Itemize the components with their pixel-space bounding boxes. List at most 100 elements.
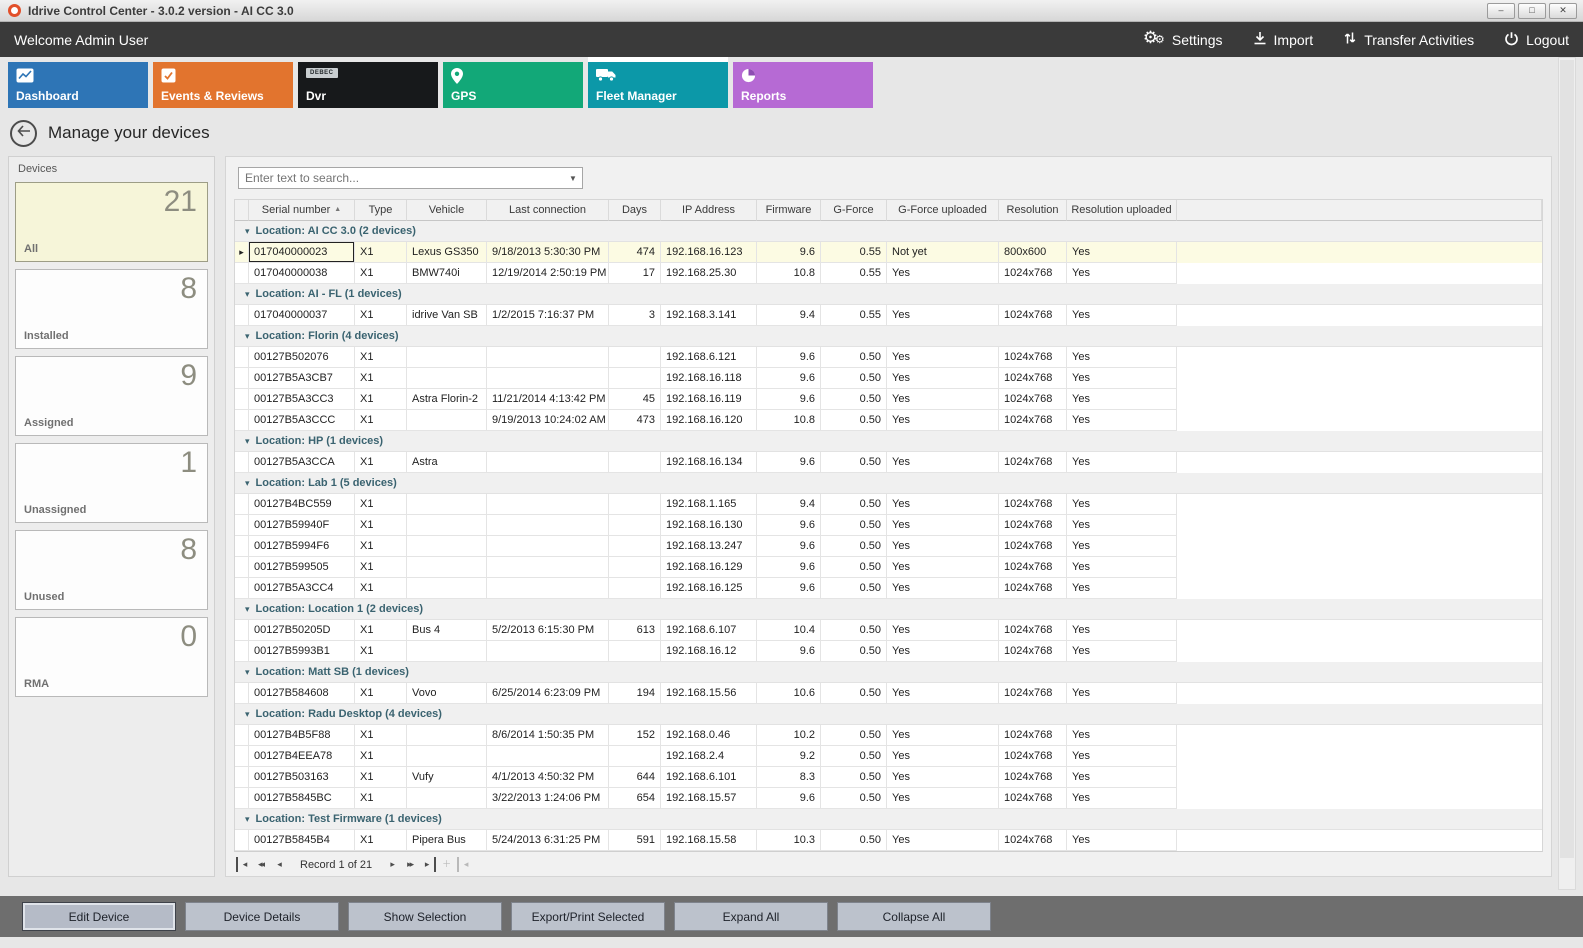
cell-gforce-uploaded[interactable]: Yes [887, 620, 999, 641]
cell-type[interactable]: X1 [355, 641, 407, 662]
cell-last-connection[interactable]: 8/6/2014 1:50:35 PM [487, 725, 609, 746]
show-selection-button[interactable]: Show Selection [348, 902, 502, 931]
cell-last-connection[interactable]: 9/18/2013 5:30:30 PM [487, 242, 609, 263]
cell-resolution[interactable]: 1024x768 [999, 578, 1067, 599]
cell-gforce[interactable]: 0.50 [821, 788, 887, 809]
cell-type[interactable]: X1 [355, 452, 407, 473]
cell-vehicle[interactable]: Lexus GS350 [407, 242, 487, 263]
column-header-serial-number[interactable]: Serial number▲ [249, 200, 355, 221]
cell-type[interactable]: X1 [355, 620, 407, 641]
last-record-button[interactable]: ▸ [421, 857, 436, 872]
group-row[interactable]: ▾Location: Radu Desktop (4 devices) [235, 704, 1542, 725]
cell-type[interactable]: X1 [355, 578, 407, 599]
cell-firmware[interactable]: 9.6 [757, 515, 821, 536]
group-row[interactable]: ▾Location: AI - FL (1 devices) [235, 284, 1542, 305]
cell-gforce-uploaded[interactable]: Yes [887, 683, 999, 704]
cell-last-connection[interactable] [487, 494, 609, 515]
cell-last-connection[interactable]: 9/19/2013 10:24:02 AM [487, 410, 609, 431]
cell-ip-address[interactable]: 192.168.0.46 [661, 725, 757, 746]
cell-type[interactable]: X1 [355, 494, 407, 515]
cell-vehicle[interactable]: Vufy [407, 767, 487, 788]
expand-all-button[interactable]: Expand All [674, 902, 828, 931]
cell-resolution[interactable]: 1024x768 [999, 515, 1067, 536]
cell-vehicle[interactable] [407, 788, 487, 809]
cell-serial-number[interactable]: 00127B5A3CCA [249, 452, 355, 473]
cell-vehicle[interactable]: Astra Florin-2 [407, 389, 487, 410]
cell-type[interactable]: X1 [355, 725, 407, 746]
cell-resolution-uploaded[interactable]: Yes [1067, 683, 1177, 704]
cell-resolution[interactable]: 1024x768 [999, 494, 1067, 515]
column-header-resolution[interactable]: Resolution [999, 200, 1067, 221]
scrollbar-thumb[interactable] [1560, 60, 1574, 858]
cell-resolution-uploaded[interactable]: Yes [1067, 389, 1177, 410]
cell-vehicle[interactable] [407, 347, 487, 368]
cell-vehicle[interactable]: BMW740i [407, 263, 487, 284]
cell-serial-number[interactable]: 00127B4EEA78 [249, 746, 355, 767]
table-row[interactable]: 00127B4EEA78X1192.168.2.49.20.50Yes1024x… [235, 746, 1542, 767]
cell-ip-address[interactable]: 192.168.16.12 [661, 641, 757, 662]
cell-days[interactable] [609, 641, 661, 662]
cell-type[interactable]: X1 [355, 263, 407, 284]
cell-gforce[interactable]: 0.50 [821, 620, 887, 641]
filter-card-rma[interactable]: 0 RMA [15, 617, 208, 697]
table-row[interactable]: 017040000037X1idrive Van SB1/2/2015 7:16… [235, 305, 1542, 326]
cell-serial-number[interactable]: 00127B5994F6 [249, 536, 355, 557]
cell-firmware[interactable]: 9.6 [757, 641, 821, 662]
cell-resolution-uploaded[interactable]: Yes [1067, 557, 1177, 578]
cancel-edit-button[interactable]: ◂ [457, 857, 472, 872]
cell-resolution[interactable]: 800x600 [999, 242, 1067, 263]
cell-firmware[interactable]: 9.6 [757, 557, 821, 578]
cell-resolution[interactable]: 1024x768 [999, 452, 1067, 473]
cell-ip-address[interactable]: 192.168.3.141 [661, 305, 757, 326]
cell-vehicle[interactable]: Bus 4 [407, 620, 487, 641]
vertical-scrollbar[interactable] [1558, 57, 1576, 890]
cell-type[interactable]: X1 [355, 347, 407, 368]
collapse-icon[interactable]: ▾ [245, 604, 250, 615]
cell-resolution-uploaded[interactable]: Yes [1067, 347, 1177, 368]
close-button[interactable]: ✕ [1549, 3, 1577, 19]
cell-resolution-uploaded[interactable]: Yes [1067, 536, 1177, 557]
cell-last-connection[interactable] [487, 452, 609, 473]
cell-type[interactable]: X1 [355, 515, 407, 536]
collapse-icon[interactable]: ▾ [245, 331, 250, 342]
collapse-icon[interactable]: ▾ [245, 709, 250, 720]
cell-firmware[interactable]: 9.6 [757, 389, 821, 410]
cell-resolution[interactable]: 1024x768 [999, 410, 1067, 431]
column-header-gforce-uploaded[interactable]: G-Force uploaded [887, 200, 999, 221]
table-row[interactable]: 00127B503163X1Vufy4/1/2013 4:50:32 PM644… [235, 767, 1542, 788]
cell-days[interactable] [609, 347, 661, 368]
cell-last-connection[interactable]: 12/19/2014 2:50:19 PM [487, 263, 609, 284]
cell-firmware[interactable]: 8.3 [757, 767, 821, 788]
cell-days[interactable]: 644 [609, 767, 661, 788]
next-page-button[interactable]: ▸▸ [403, 857, 418, 872]
cell-serial-number[interactable]: 00127B5A3CB7 [249, 368, 355, 389]
cell-vehicle[interactable] [407, 557, 487, 578]
cell-type[interactable]: X1 [355, 410, 407, 431]
cell-resolution-uploaded[interactable]: Yes [1067, 494, 1177, 515]
group-row[interactable]: ▾Location: HP (1 devices) [235, 431, 1542, 452]
table-row[interactable]: 00127B4B5F88X18/6/2014 1:50:35 PM152192.… [235, 725, 1542, 746]
table-row[interactable]: 00127B599505X1192.168.16.1299.60.50Yes10… [235, 557, 1542, 578]
tab-dvr[interactable]: DEBEC Dvr [298, 62, 438, 108]
filter-card-assigned[interactable]: 9 Assigned [15, 356, 208, 436]
cell-gforce[interactable]: 0.50 [821, 830, 887, 851]
table-row[interactable]: ▸017040000023X1Lexus GS3509/18/2013 5:30… [235, 242, 1542, 263]
cell-last-connection[interactable]: 6/25/2014 6:23:09 PM [487, 683, 609, 704]
cell-days[interactable]: 152 [609, 725, 661, 746]
cell-ip-address[interactable]: 192.168.16.129 [661, 557, 757, 578]
cell-serial-number[interactable]: 017040000037 [249, 305, 355, 326]
cell-firmware[interactable]: 10.8 [757, 263, 821, 284]
cell-gforce-uploaded[interactable]: Yes [887, 410, 999, 431]
cell-gforce-uploaded[interactable]: Yes [887, 368, 999, 389]
cell-firmware[interactable]: 9.6 [757, 788, 821, 809]
cell-resolution-uploaded[interactable]: Yes [1067, 641, 1177, 662]
cell-gforce[interactable]: 0.55 [821, 263, 887, 284]
table-row[interactable]: 00127B4BC559X1192.168.1.1659.40.50Yes102… [235, 494, 1542, 515]
table-row[interactable]: 00127B5993B1X1192.168.16.129.60.50Yes102… [235, 641, 1542, 662]
cell-serial-number[interactable]: 017040000038 [249, 263, 355, 284]
cell-resolution-uploaded[interactable]: Yes [1067, 242, 1177, 263]
cell-gforce[interactable]: 0.50 [821, 557, 887, 578]
cell-gforce[interactable]: 0.50 [821, 515, 887, 536]
cell-vehicle[interactable] [407, 494, 487, 515]
cell-gforce-uploaded[interactable]: Yes [887, 830, 999, 851]
